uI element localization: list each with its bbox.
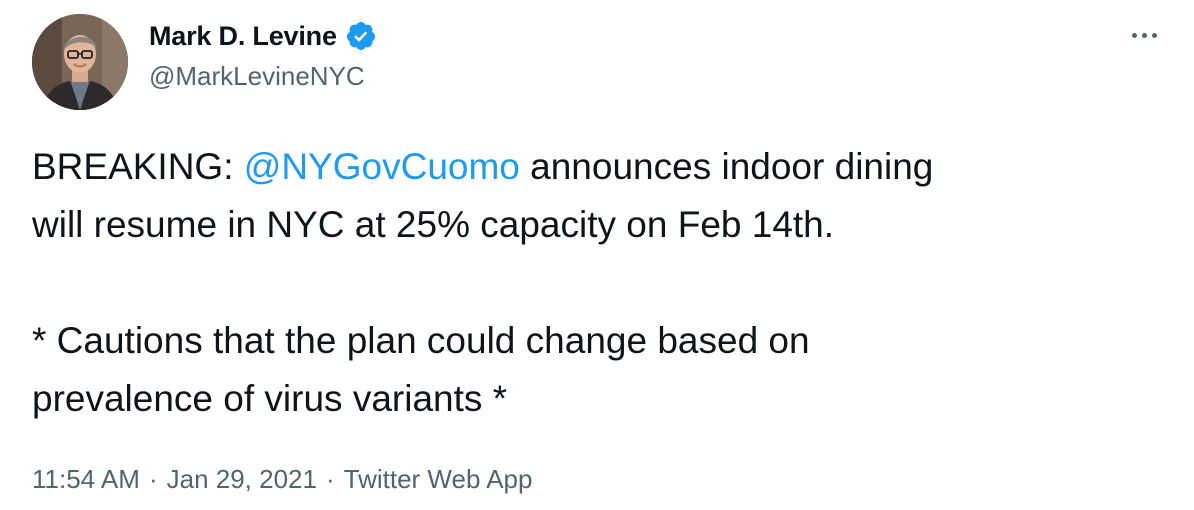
name-row: Mark D. Levine: [149, 16, 377, 56]
tweet-source[interactable]: Twitter Web App: [344, 464, 533, 494]
mention-link[interactable]: @NYGovCuomo: [244, 146, 520, 187]
verified-badge-icon: [345, 20, 377, 52]
more-dots-icon: [1151, 32, 1157, 38]
more-options-button[interactable]: [1122, 20, 1166, 50]
tweet-time[interactable]: 11:54 AM: [32, 464, 140, 494]
meta-separator: ·: [325, 464, 335, 494]
tweet-text: BREAKING: @NYGovCuomo announces indoor d…: [32, 138, 1152, 428]
profile-photo-icon: [32, 14, 128, 110]
meta-separator: ·: [148, 464, 158, 494]
tweet-card: Mark D. Levine @MarkLevineNYC BREAKING: …: [0, 0, 1194, 510]
author-avatar[interactable]: [32, 14, 128, 110]
more-dots-icon: [1141, 32, 1147, 38]
author-handle[interactable]: @MarkLevineNYC: [149, 61, 377, 92]
tweet-text-suffix: announces indoor dining: [519, 146, 934, 187]
tweet-date[interactable]: Jan 29, 2021: [167, 464, 317, 494]
tweet-metadata: 11:54 AM · Jan 29, 2021 · Twitter Web App: [32, 464, 532, 495]
tweet-line: will resume in NYC at 25% capacity on Fe…: [32, 204, 835, 245]
more-dots-icon: [1131, 32, 1137, 38]
tweet-line: prevalence of virus variants *: [32, 378, 508, 419]
author-block: Mark D. Levine @MarkLevineNYC: [149, 16, 377, 92]
tweet-line: * Cautions that the plan could change ba…: [32, 320, 810, 361]
author-display-name[interactable]: Mark D. Levine: [149, 21, 337, 52]
tweet-line: BREAKING: @NYGovCuomo announces indoor d…: [32, 138, 1152, 196]
tweet-text-prefix: BREAKING:: [32, 146, 244, 187]
